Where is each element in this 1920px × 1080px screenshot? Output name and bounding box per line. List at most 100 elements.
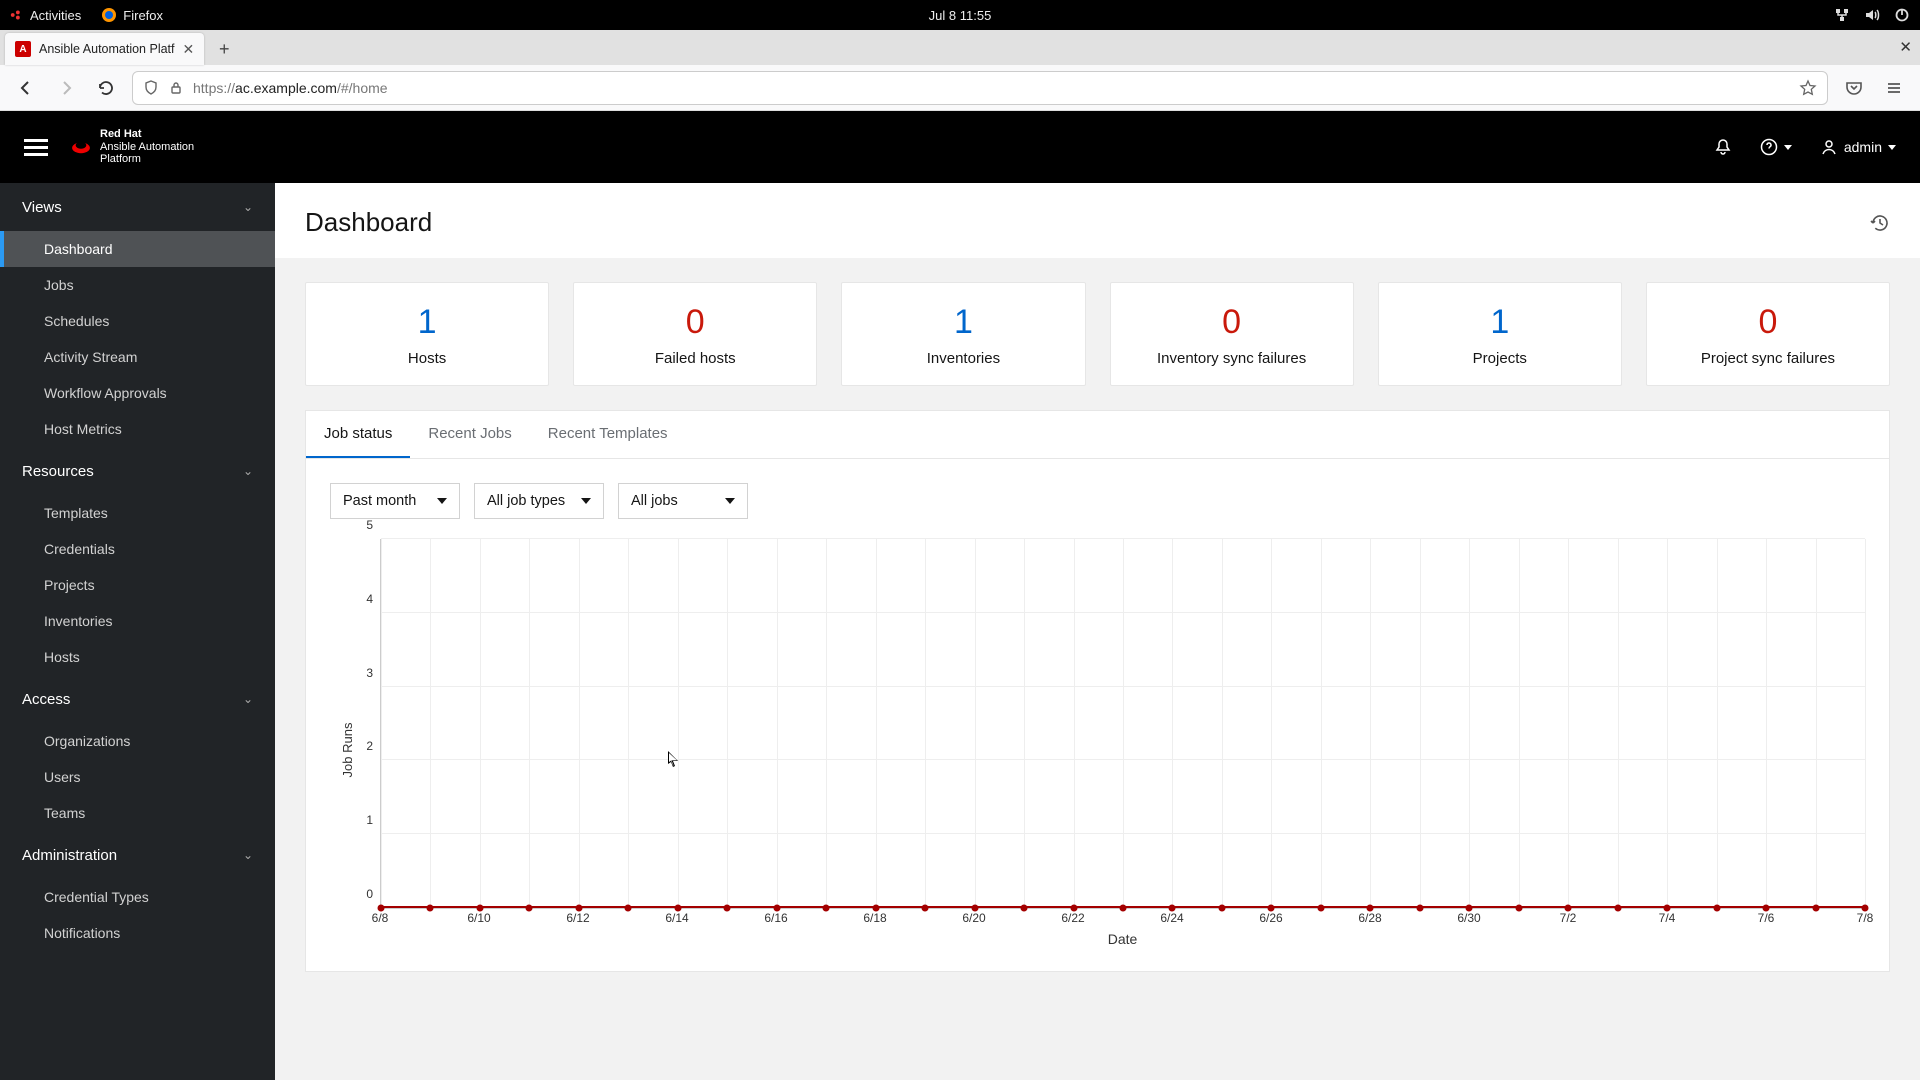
chart-vgridline (529, 539, 530, 908)
sidebar-item-templates[interactable]: Templates (0, 495, 275, 531)
card-failed-hosts[interactable]: 0Failed hosts (573, 282, 817, 386)
filter-past-month[interactable]: Past month (330, 483, 460, 519)
history-icon (1870, 213, 1890, 233)
card-label: Inventories (852, 350, 1074, 367)
sidebar-item-jobs[interactable]: Jobs (0, 267, 275, 303)
brand-logo[interactable]: Red Hat Ansible Automation Platform (70, 128, 194, 166)
chart-vgridline (1667, 539, 1668, 908)
back-button[interactable] (12, 74, 40, 102)
sidebar-item-inventories[interactable]: Inventories (0, 603, 275, 639)
caret-down-icon (581, 498, 591, 504)
url-bar[interactable]: https://ac.example.com/#/home (132, 71, 1828, 105)
sidebar-item-users[interactable]: Users (0, 759, 275, 795)
help-icon (1760, 138, 1778, 156)
sidebar-item-credential-types[interactable]: Credential Types (0, 879, 275, 915)
chart-vgridline (1024, 539, 1025, 908)
chart-xtick: 6/8 (372, 911, 389, 925)
card-project-sync-failures[interactable]: 0Project sync failures (1646, 282, 1890, 386)
tab-recent-jobs[interactable]: Recent Jobs (410, 411, 529, 458)
tab-recent-templates[interactable]: Recent Templates (530, 411, 686, 458)
sidebar-item-organizations[interactable]: Organizations (0, 723, 275, 759)
sidebar-item-activity-stream[interactable]: Activity Stream (0, 339, 275, 375)
firefox-icon (101, 7, 117, 23)
chart-vgridline (1370, 539, 1371, 908)
volume-icon[interactable] (1864, 7, 1880, 23)
bell-icon (1714, 138, 1732, 156)
sidebar-section-title: Access (22, 691, 70, 708)
sidebar-item-workflow-approvals[interactable]: Workflow Approvals (0, 375, 275, 411)
chart-plot[interactable]: 012345 (380, 539, 1865, 909)
card-projects[interactable]: 1Projects (1378, 282, 1622, 386)
chart-filters: Past month All job types All jobs (306, 459, 1889, 529)
bookmark-star-icon[interactable] (1799, 79, 1817, 97)
user-menu[interactable]: admin (1820, 138, 1896, 156)
filter-all-jobs[interactable]: All jobs (618, 483, 748, 519)
chart-vgridline (1074, 539, 1075, 908)
chart-vgridline (1172, 539, 1173, 908)
filter-label: All jobs (631, 493, 678, 509)
back-icon (17, 79, 35, 97)
forward-button[interactable] (52, 74, 80, 102)
sidebar-section-header[interactable]: Views⌄ (0, 183, 275, 231)
url-text: https://ac.example.com/#/home (193, 80, 1789, 96)
app-header: Red Hat Ansible Automation Platform admi… (0, 111, 1920, 183)
chevron-down-icon: ⌄ (243, 692, 253, 706)
reload-button[interactable] (92, 74, 120, 102)
network-icon[interactable] (1834, 7, 1850, 23)
sidebar: Views⌄DashboardJobsSchedulesActivity Str… (0, 183, 275, 1080)
notifications-button[interactable] (1714, 138, 1732, 156)
sidebar-item-teams[interactable]: Teams (0, 795, 275, 831)
app-menu-button[interactable] (1880, 74, 1908, 102)
new-tab-button[interactable]: + (210, 35, 238, 63)
browser-tab[interactable]: A Ansible Automation Platf ✕ (5, 33, 204, 65)
firefox-tab-strip: A Ansible Automation Platf ✕ + ✕ (0, 30, 1920, 65)
chart-xtick: 6/10 (467, 911, 490, 925)
brand-text: Red Hat Ansible Automation Platform (100, 128, 194, 166)
history-button[interactable] (1870, 213, 1890, 233)
tab-close-icon[interactable]: ✕ (183, 41, 195, 58)
card-label: Failed hosts (584, 350, 806, 367)
chart-xtick: 6/12 (566, 911, 589, 925)
tab-title: Ansible Automation Platf (39, 42, 175, 56)
chart-vgridline (1469, 539, 1470, 908)
sidebar-section-title: Administration (22, 847, 117, 864)
sidebar-section-header[interactable]: Access ⌄ (0, 675, 275, 723)
tab-favicon: A (15, 41, 31, 57)
sidebar-item-schedules[interactable]: Schedules (0, 303, 275, 339)
firefox-menu[interactable]: Firefox (101, 7, 163, 23)
nav-toggle-button[interactable] (24, 135, 48, 159)
pocket-icon (1845, 79, 1863, 97)
sidebar-item-notifications[interactable]: Notifications (0, 915, 275, 951)
sidebar-item-projects[interactable]: Projects (0, 567, 275, 603)
tab-job-status[interactable]: Job status (306, 411, 410, 458)
window-close-icon[interactable]: ✕ (1899, 38, 1912, 56)
chart-xtick: 7/6 (1758, 911, 1775, 925)
power-icon[interactable] (1894, 7, 1910, 23)
card-inventory-sync-failures[interactable]: 0Inventory sync failures (1110, 282, 1354, 386)
forward-icon (57, 79, 75, 97)
activities-button[interactable]: Activities (10, 8, 81, 23)
sidebar-section-header[interactable]: Resources⌄ (0, 447, 275, 495)
sidebar-item-dashboard[interactable]: Dashboard (0, 231, 275, 267)
gnome-top-bar: Activities Firefox Jul 8 11:55 (0, 0, 1920, 30)
help-menu[interactable] (1760, 138, 1792, 156)
filter-all-job-types[interactable]: All job types (474, 483, 604, 519)
card-inventories[interactable]: 1Inventories (841, 282, 1085, 386)
sidebar-item-credentials[interactable]: Credentials (0, 531, 275, 567)
chart-xtick: 7/4 (1659, 911, 1676, 925)
activities-label: Activities (30, 8, 81, 23)
chart-vgridline (678, 539, 679, 908)
clock[interactable]: Jul 8 11:55 (929, 8, 992, 23)
filter-label: All job types (487, 493, 565, 509)
chart-xtick: 6/18 (863, 911, 886, 925)
chart-ytick: 1 (366, 813, 381, 827)
sidebar-section-header[interactable]: Administration⌄ (0, 831, 275, 879)
chart-vgridline (1271, 539, 1272, 908)
chart-vgridline (826, 539, 827, 908)
chart-ytick: 5 (366, 518, 381, 532)
sidebar-item-hosts[interactable]: Hosts (0, 639, 275, 675)
sidebar-item-host-metrics[interactable]: Host Metrics (0, 411, 275, 447)
card-hosts[interactable]: 1Hosts (305, 282, 549, 386)
pocket-button[interactable] (1840, 74, 1868, 102)
chart-ytick: 4 (366, 592, 381, 606)
